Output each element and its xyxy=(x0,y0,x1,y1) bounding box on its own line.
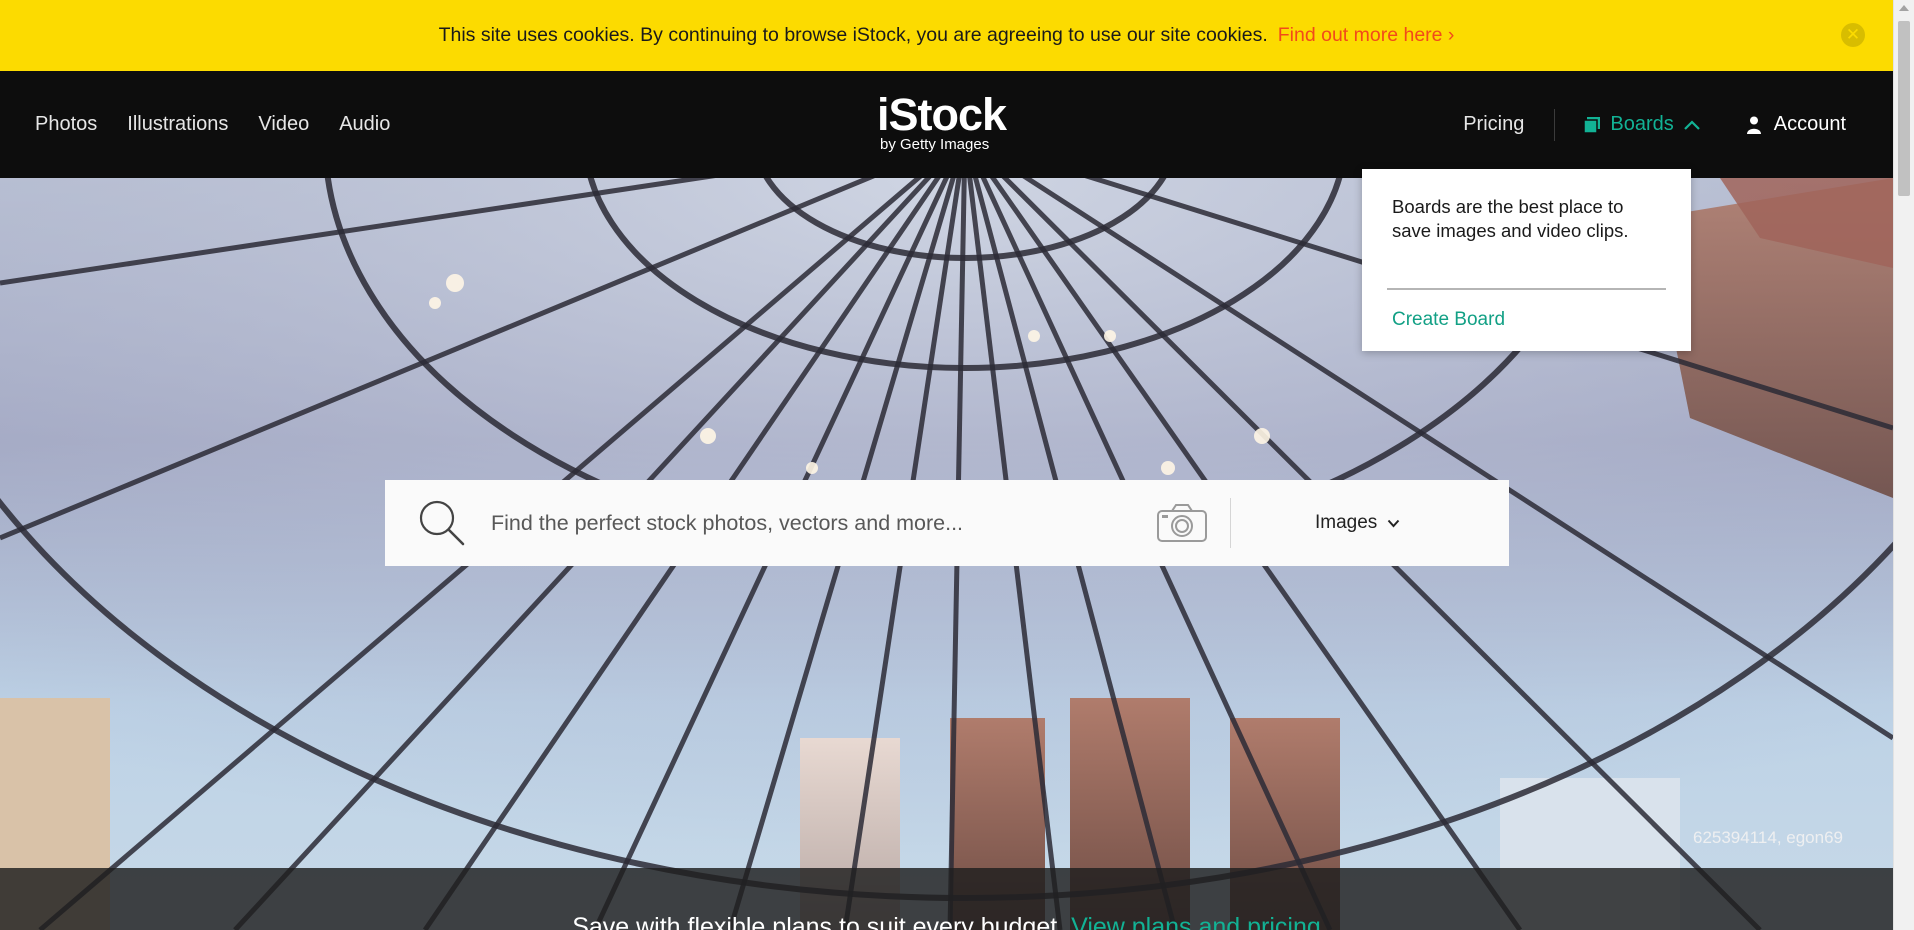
scroll-up-arrow-icon[interactable] xyxy=(1899,5,1909,11)
promo-strip: Save with flexible plans to suit every b… xyxy=(0,868,1893,930)
search-bar: Images xyxy=(385,480,1509,566)
boards-divider xyxy=(1387,288,1666,290)
promo-text: Save with flexible plans to suit every b… xyxy=(572,913,1065,930)
nav-categories: Photos Illustrations Video Audio xyxy=(35,71,390,178)
nav-video[interactable]: Video xyxy=(258,113,309,136)
nav-pricing[interactable]: Pricing xyxy=(1463,113,1524,136)
nav-boards-button[interactable]: Boards xyxy=(1583,113,1700,136)
nav-illustrations[interactable]: Illustrations xyxy=(127,113,228,136)
person-icon xyxy=(1746,116,1761,134)
nav-account-button[interactable]: Account xyxy=(1746,113,1846,136)
nav-account-label: Account xyxy=(1773,113,1846,135)
close-icon[interactable]: ✕ xyxy=(1841,23,1865,47)
page-scrollbar[interactable] xyxy=(1893,0,1914,930)
nav-boards-label: Boards xyxy=(1610,113,1674,135)
search-input[interactable] xyxy=(491,503,1141,543)
nav-divider xyxy=(1554,108,1556,141)
search-divider xyxy=(1230,498,1231,548)
chevron-down-icon xyxy=(1388,519,1400,527)
istock-logo[interactable]: iStock by Getty Images xyxy=(877,89,1017,153)
nav-photos[interactable]: Photos xyxy=(35,113,97,136)
boards-dropdown: Boards are the best place to save images… xyxy=(1362,169,1691,351)
top-navigation: Photos Illustrations Video Audio iStock … xyxy=(0,71,1893,178)
camera-icon[interactable] xyxy=(1156,503,1208,543)
cookie-banner: This site uses cookies. By continuing to… xyxy=(0,0,1893,71)
chevron-up-icon xyxy=(1683,119,1700,130)
cookie-find-out-more-link[interactable]: Find out more here › xyxy=(1278,24,1455,47)
nav-right: Pricing Boards Account xyxy=(1463,71,1893,178)
create-board-link[interactable]: Create Board xyxy=(1392,309,1505,331)
promo-link[interactable]: View plans and pricing xyxy=(1071,913,1321,930)
boards-icon xyxy=(1583,116,1601,134)
search-icon[interactable] xyxy=(417,498,467,548)
media-type-label: Images xyxy=(1315,512,1378,533)
logo-brand: iStock xyxy=(877,89,1007,140)
scroll-thumb[interactable] xyxy=(1898,21,1910,196)
cookie-message: This site uses cookies. By continuing to… xyxy=(438,24,1268,46)
image-credit: 625394114, egon69 xyxy=(1692,828,1843,847)
media-type-select[interactable]: Images xyxy=(1315,512,1400,534)
nav-audio[interactable]: Audio xyxy=(339,113,390,136)
boards-description: Boards are the best place to save images… xyxy=(1392,196,1629,241)
